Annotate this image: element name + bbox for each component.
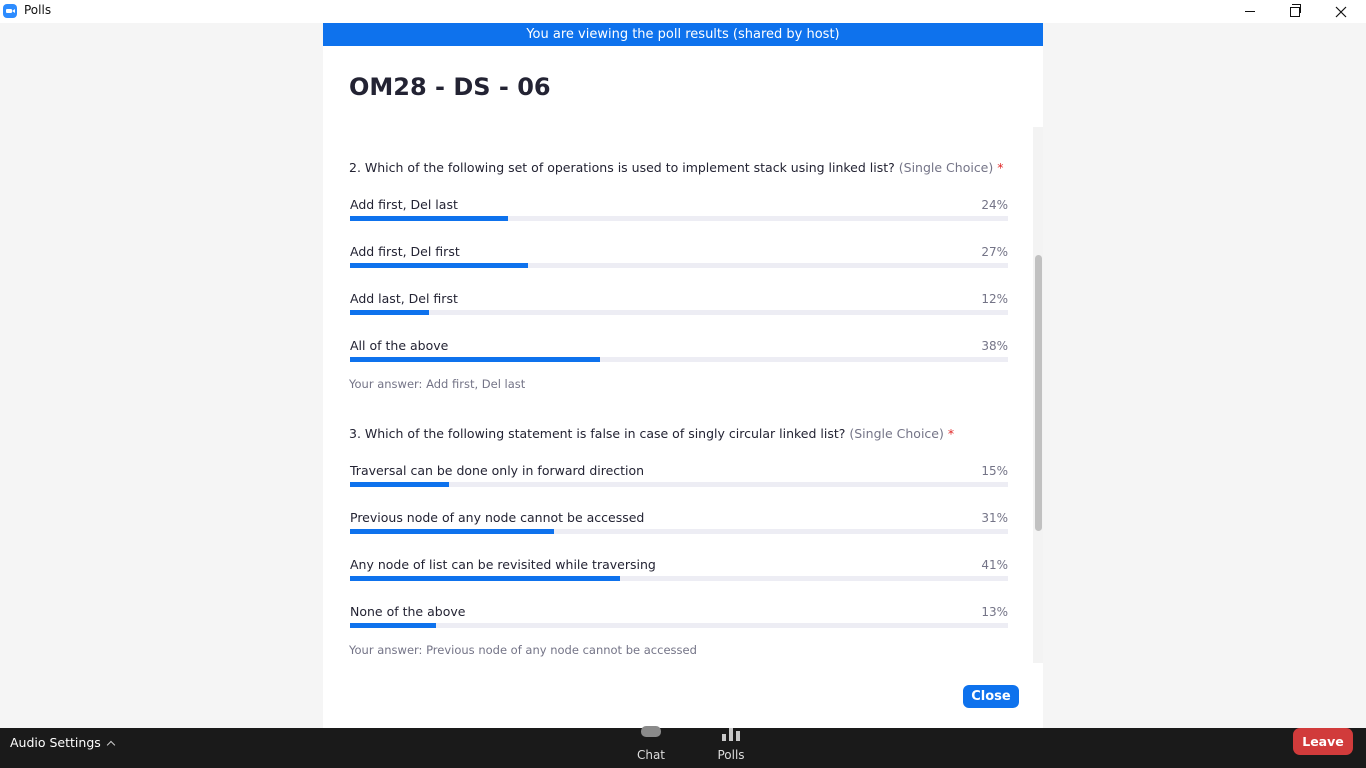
option-label: Any node of list can be revisited while … bbox=[350, 557, 656, 572]
result-bar-fill bbox=[350, 216, 508, 221]
option-label: Add last, Del first bbox=[350, 291, 458, 306]
option-percent: 15% bbox=[981, 464, 1008, 478]
polls-label: Polls bbox=[717, 748, 745, 762]
poll-panel: You are viewing the poll results (shared… bbox=[323, 23, 1043, 728]
your-answer: Your answer: Add first, Del last bbox=[349, 377, 526, 391]
chat-icon bbox=[641, 726, 661, 737]
result-bar-track bbox=[350, 623, 1008, 628]
poll-results-scroll-area[interactable]: 2. Which of the following set of operati… bbox=[323, 127, 1043, 663]
option-label: Traversal can be done only in forward di… bbox=[350, 463, 645, 478]
chat-label: Chat bbox=[636, 748, 666, 762]
question-3: 3. Which of the following statement is f… bbox=[349, 426, 1009, 441]
minimize-button[interactable] bbox=[1227, 0, 1273, 23]
title-bar: Polls bbox=[0, 0, 1366, 23]
result-bar-track bbox=[350, 310, 1008, 315]
option-label: All of the above bbox=[350, 338, 449, 353]
question-type: (Single Choice) bbox=[898, 160, 994, 175]
result-bar-fill bbox=[350, 263, 528, 268]
option-label: None of the above bbox=[350, 604, 466, 619]
option-label: Previous node of any node cannot be acce… bbox=[350, 510, 645, 525]
option-percent: 12% bbox=[981, 292, 1008, 306]
option-percent: 24% bbox=[981, 198, 1008, 212]
question-text: 3. Which of the following statement is f… bbox=[349, 426, 846, 441]
restore-button[interactable] bbox=[1272, 0, 1318, 23]
option-percent: 31% bbox=[981, 511, 1008, 525]
option-percent: 41% bbox=[981, 558, 1008, 572]
result-bar-track bbox=[350, 263, 1008, 268]
audio-settings-label: Audio Settings bbox=[10, 735, 101, 750]
result-bar-track bbox=[350, 357, 1008, 362]
zoom-app-icon bbox=[3, 4, 17, 18]
option-percent: 38% bbox=[981, 339, 1008, 353]
result-bar-track bbox=[350, 529, 1008, 534]
scrollbar[interactable] bbox=[1033, 127, 1043, 663]
question-2: 2. Which of the following set of operati… bbox=[349, 160, 1009, 175]
results-banner: You are viewing the poll results (shared… bbox=[323, 23, 1043, 46]
polls-button[interactable]: Polls bbox=[701, 728, 761, 768]
option-percent: 27% bbox=[981, 245, 1008, 259]
result-bar-track bbox=[350, 216, 1008, 221]
option-label: Add first, Del last bbox=[350, 197, 458, 212]
polls-icon bbox=[722, 728, 740, 741]
chevron-up-icon bbox=[106, 740, 116, 750]
meeting-toolbar: Audio Settings Chat Polls Leave bbox=[0, 726, 1366, 768]
your-answer: Your answer: Previous node of any node c… bbox=[349, 643, 697, 657]
result-bar-fill bbox=[350, 623, 436, 628]
close-button[interactable]: Close bbox=[963, 685, 1019, 708]
result-bar-fill bbox=[350, 576, 620, 581]
poll-title: OM28 - DS - 06 bbox=[349, 73, 551, 101]
audio-settings-button[interactable]: Audio Settings bbox=[10, 735, 116, 750]
scroll-thumb[interactable] bbox=[1035, 255, 1042, 531]
leave-button[interactable]: Leave bbox=[1293, 728, 1353, 755]
option-percent: 13% bbox=[981, 605, 1008, 619]
restore-icon bbox=[1290, 3, 1301, 17]
result-bar-track bbox=[350, 482, 1008, 487]
result-bar-fill bbox=[350, 357, 601, 362]
option-label: Add first, Del first bbox=[350, 244, 460, 259]
close-icon bbox=[1335, 6, 1347, 17]
result-bar-fill bbox=[350, 310, 429, 315]
window-title: Polls bbox=[24, 3, 52, 17]
result-bar-fill bbox=[350, 529, 554, 534]
result-bar-fill bbox=[350, 482, 449, 487]
required-mark: * bbox=[947, 426, 955, 441]
question-type: (Single Choice) bbox=[849, 426, 944, 441]
required-mark: * bbox=[997, 160, 1004, 175]
minimize-icon bbox=[1245, 11, 1255, 12]
chat-button[interactable]: Chat bbox=[621, 726, 681, 768]
question-text: 2. Which of the following set of operati… bbox=[349, 160, 895, 175]
window-close-button[interactable] bbox=[1318, 0, 1364, 23]
result-bar-track bbox=[350, 576, 1008, 581]
